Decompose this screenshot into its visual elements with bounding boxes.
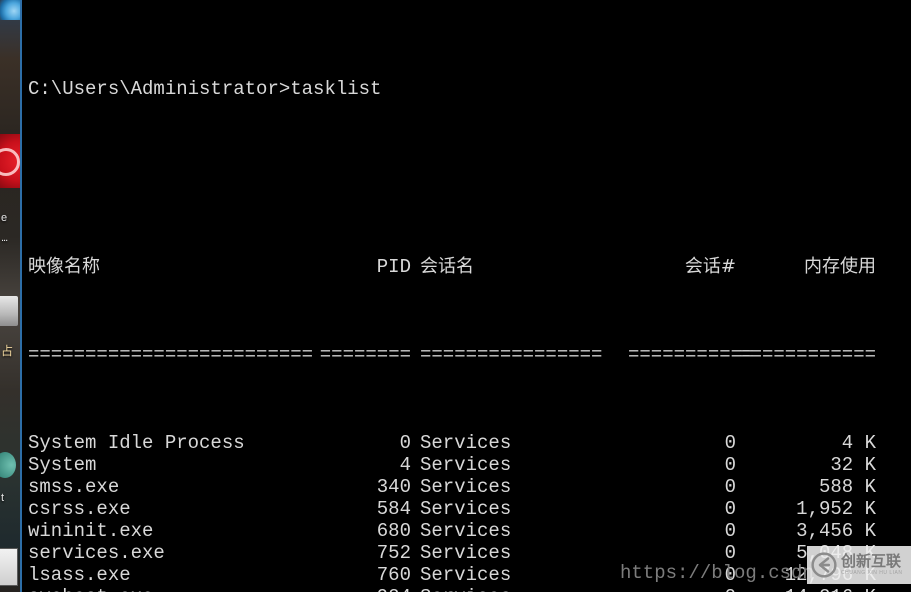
cell-session-name: Services xyxy=(420,476,512,498)
cell-pid: 760 xyxy=(376,564,411,586)
cell-pid: 0 xyxy=(399,432,411,454)
header-session-name: 会话名 xyxy=(420,256,474,277)
desktop-label-t: t xyxy=(1,492,5,504)
cell-session-num: 0 xyxy=(724,432,736,454)
table-row: csrss.exe 584 Services 0 1,952 K xyxy=(28,498,911,520)
cell-image-name: wininit.exe xyxy=(28,520,154,542)
cell-image-name: smss.exe xyxy=(28,476,120,498)
cell-mem-usage: 4 K xyxy=(841,432,876,454)
table-row: System 4 Services 0 32 K xyxy=(28,454,911,476)
cell-image-name: services.exe xyxy=(28,542,165,564)
cell-session-num: 0 xyxy=(724,542,736,564)
grey-tile-icon[interactable] xyxy=(0,548,18,586)
cell-session-num: 0 xyxy=(724,454,736,476)
cell-pid: 340 xyxy=(376,476,411,498)
cell-image-name: System Idle Process xyxy=(28,432,245,454)
cell-session-num: 0 xyxy=(628,586,736,592)
cell-session-name: Services xyxy=(420,432,512,454)
header-session-num: 会话# xyxy=(684,256,736,277)
brand-watermark: 创新互联 CHUANG XIN HU LIAN xyxy=(807,546,911,584)
cell-mem-usage: 32 K xyxy=(830,454,876,476)
cell-pid: 924 xyxy=(315,586,411,592)
cell-session-name: Services xyxy=(420,454,512,476)
blue-orb-icon[interactable] xyxy=(0,0,20,20)
desktop-label-dots: ... xyxy=(1,232,8,244)
brand-logo-icon xyxy=(811,552,837,578)
header-image-name: 映像名称 xyxy=(28,256,100,277)
cell-pid: 680 xyxy=(376,520,411,542)
table-row: wininit.exe 680 Services 0 3,456 K xyxy=(28,520,911,542)
console-output[interactable]: C:\Users\Administrator>tasklist 映像名称 PID 会… xyxy=(28,12,911,592)
table-row: services.exe752Services05,048 K xyxy=(28,542,911,564)
table-row: svchost.exe924Services014,216 K xyxy=(28,586,911,592)
cell-image-name: svchost.exe xyxy=(28,586,315,592)
cell-session-num: 0 xyxy=(724,498,736,520)
white-box-icon[interactable] xyxy=(0,296,18,326)
separator-pid: ======== xyxy=(319,344,411,366)
desktop-label-e: e xyxy=(1,212,8,224)
table-row: System Idle Process 0 Services 0 4 K xyxy=(28,432,911,454)
cell-image-name: System xyxy=(28,454,97,476)
prompt-line: C:\Users\Administrator>tasklist xyxy=(28,78,382,100)
cell-session-num: 0 xyxy=(724,476,736,498)
separator-image-name: ========================= xyxy=(28,344,314,366)
cell-session-num: 0 xyxy=(724,520,736,542)
separator-session-name: ================ xyxy=(420,344,603,366)
cell-session-name: Services xyxy=(420,520,512,542)
table-row: smss.exe 340 Services 0 588 K xyxy=(28,476,911,498)
brand-name-pinyin: CHUANG XIN HU LIAN xyxy=(841,570,903,576)
cell-session-num: 0 xyxy=(724,564,736,586)
desktop-label-zhan: 占 xyxy=(1,344,14,358)
brand-name-cn: 创新互联 xyxy=(841,552,902,570)
cell-image-name: csrss.exe xyxy=(28,498,131,520)
cell-mem-usage: 14,216 K xyxy=(736,586,876,592)
cell-session-name: Services xyxy=(420,542,512,564)
header-pid: PID xyxy=(376,256,411,278)
cell-mem-usage: 3,456 K xyxy=(796,520,876,542)
separator-session-num: =========== xyxy=(628,344,754,366)
cell-pid: 752 xyxy=(376,542,411,564)
cell-mem-usage: 588 K xyxy=(818,476,876,498)
screenshot-root: e ... 占 t C:\Users\Administrator>tasklis… xyxy=(0,0,911,592)
table-header-row: 映像名称 PID 会话名 会话# 内存使用 xyxy=(28,256,911,278)
separator-mem-usage: ============ xyxy=(739,344,876,366)
header-mem-usage: 内存使用 xyxy=(804,256,876,277)
command-prompt-window[interactable]: C:\Users\Administrator>tasklist 映像名称 PID 会… xyxy=(20,0,911,592)
table-row: lsass.exe760Services012,796 K xyxy=(28,564,911,586)
brand-text: 创新互联 CHUANG XIN HU LIAN xyxy=(841,554,903,576)
desktop-strip: e ... 占 t xyxy=(0,0,20,592)
cell-image-name: lsass.exe xyxy=(28,564,131,586)
teal-blob-icon[interactable] xyxy=(0,452,16,478)
task-list: System Idle Process 0 Services 0 4 K System 4 S… xyxy=(28,432,911,592)
cell-mem-usage: 1,952 K xyxy=(796,498,876,520)
cell-session-name: Services xyxy=(420,498,512,520)
cell-session-name: Services xyxy=(411,586,628,592)
table-separator-row: ========================= ======== =======… xyxy=(28,344,911,366)
cell-session-name: Services xyxy=(420,564,512,586)
cell-pid: 4 xyxy=(399,454,411,476)
cell-pid: 584 xyxy=(376,498,411,520)
